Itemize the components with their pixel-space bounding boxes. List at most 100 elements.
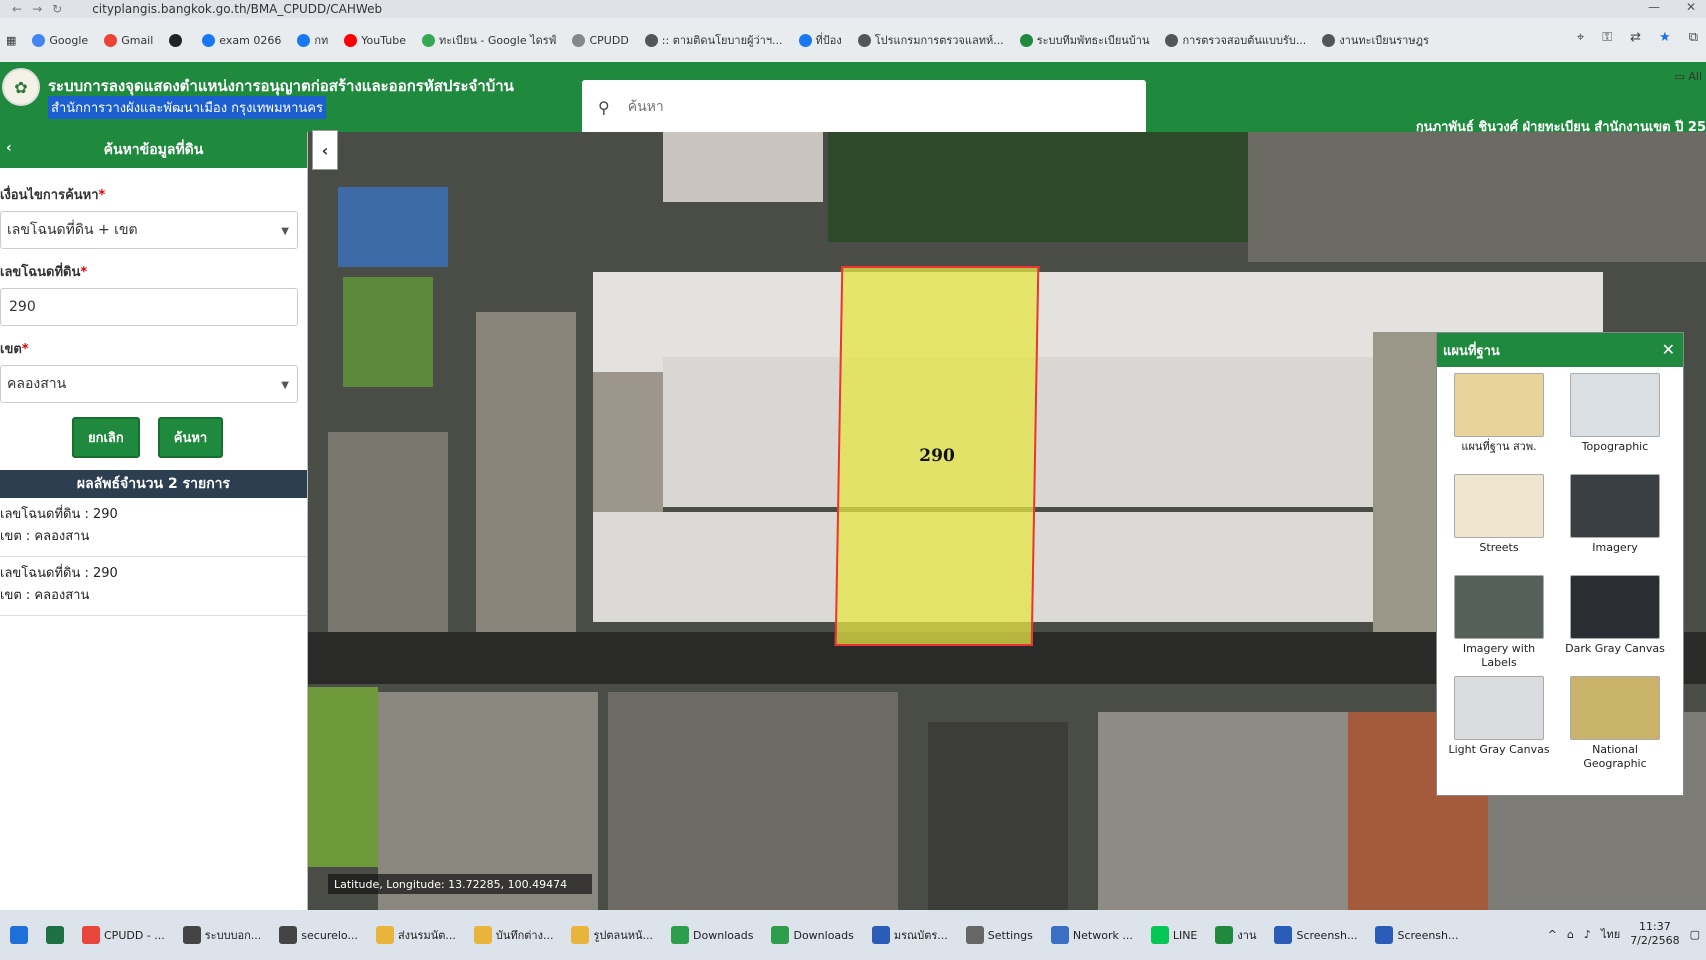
search-box[interactable]: ⚲ [582,80,1146,134]
taskbar-item[interactable]: Downloads [767,926,857,944]
taskbar-item[interactable]: ส่งนรมนัต... [372,926,460,944]
taskbar-item[interactable]: รูปตลนหนั... [567,926,657,944]
language-indicator[interactable]: ไทย [1601,925,1620,943]
taskbar-item[interactable]: Downloads [667,926,757,944]
bookmark-favicon-icon [857,33,871,47]
star-icon[interactable]: ★ [1659,30,1671,45]
bookmark-item[interactable]: ที่ป้อง [798,31,842,49]
collapse-panel-button[interactable]: ‹ [312,130,338,170]
chevron-up-icon[interactable]: ^ [1548,928,1557,941]
map-building [928,722,1068,910]
forward-icon[interactable]: → [32,2,42,16]
all-bookmarks[interactable]: ▭ All [1674,70,1702,83]
basemap-option[interactable]: Topographic [1561,373,1669,472]
taskbar-item[interactable]: งาน [1211,926,1260,944]
basemap-thumbnail [1454,676,1544,740]
notification-icon[interactable]: ▢ [1690,928,1700,941]
clock[interactable]: 11:37 7/2/2568 [1630,920,1679,948]
search-button[interactable]: ค้นหา [157,417,224,458]
reload-icon[interactable]: ↻ [52,2,62,16]
condition-value: เลขโฉนดที่ดิน + เขต [7,222,138,238]
taskbar-item[interactable]: LINE [1147,926,1202,944]
panel-header: ‹ ค้นหาข้อมูลที่ดิน [0,132,307,168]
search-panel: ‹ ค้นหาข้อมูลที่ดิน เงื่อนไขการค้นหา* เล… [0,132,308,910]
map-building [608,692,898,910]
district-select[interactable]: คลองสาน ▼ [0,365,298,403]
map-building-green-roof [308,687,378,867]
taskbar-item[interactable]: Network ... [1047,926,1137,944]
result-item[interactable]: เลขโฉนดที่ดิน : 290 เขต : คลองสาน [0,498,307,557]
bookmark-item[interactable]: :: ตามติดนโยบายผู้ว่าฯ... [644,31,783,49]
taskbar-item[interactable]: CPUDD - ... [78,926,169,944]
taskbar-item[interactable]: Screensh... [1371,926,1462,944]
bookmark-item[interactable]: CPUDD [572,33,629,47]
minimize-icon[interactable]: — [1648,0,1660,14]
close-icon[interactable]: ✕ [1662,340,1675,359]
bookmark-item[interactable]: Gmail [104,33,153,47]
taskbar-app-icon [571,926,590,944]
map-building [328,432,448,632]
result-item[interactable]: เลขโฉนดที่ดิน : 290 เขต : คลองสาน [0,557,307,616]
bookmark-item[interactable]: YouTube [344,33,406,47]
parcel-polygon[interactable]: 290 [834,266,1040,646]
bookmark-label: งานทะเบียนราษฎร [1339,34,1429,47]
result-district: เขต : คลองสาน [0,588,90,603]
volume-icon[interactable]: ♪ [1584,928,1591,941]
bookmarks-bar: ▦ Google Gmail exam 0266 กท YouTube ทะเบียน -… [0,18,1706,62]
basemap-label: Dark Gray Canvas [1565,642,1665,655]
bookmark-item[interactable]: การตรวจสอบต้นแบบรับ... [1165,31,1306,49]
bookmark-item[interactable]: โปรแกรมการตรวจแลทห์... [857,31,1004,49]
basemap-thumbnail [1570,575,1660,639]
taskbar-label: ระบบบอก... [204,929,262,942]
search-input[interactable] [627,99,1088,115]
back-icon[interactable]: ← [12,2,22,16]
taskbar-item[interactable]: Settings [962,926,1037,944]
basemap-option[interactable]: Imagery with Labels [1445,575,1553,674]
taskbar-app-icon [82,926,100,944]
basemap-option[interactable]: Dark Gray Canvas [1561,575,1669,674]
extensions-icon[interactable]: ⧉ [1689,30,1698,45]
taskbar-item[interactable]: มรณบัตร... [868,926,952,944]
bookmark-item[interactable]: ระบบทีมพัทธะเบียนบ้าน [1019,31,1149,49]
translate-icon[interactable]: ⇄ [1630,30,1641,45]
close-window-icon[interactable]: ✕ [1686,0,1696,14]
cancel-button[interactable]: ยกเลิก [72,417,140,458]
condition-select[interactable]: เลขโฉนดที่ดิน + เขต ▼ [0,211,298,249]
bookmark-label: :: ตามติดนโยบายผู้ว่าฯ... [661,34,783,47]
deed-input[interactable]: 290 [0,288,298,326]
network-icon[interactable]: ⌂ [1567,928,1574,941]
bookmark-label: exam 0266 [219,33,282,47]
taskbar-app-icon [871,926,890,944]
bookmark-item[interactable]: งานทะเบียนราษฎร [1322,31,1429,49]
taskbar-app-icon [375,926,394,944]
taskbar-item[interactable]: บันทึกต่าง... [470,926,558,944]
bookmark-item[interactable] [169,33,186,47]
location-icon[interactable]: ⌖ [1577,30,1584,45]
bookmark-item[interactable]: กท [297,31,328,49]
bma-logo: ✿ [2,68,40,106]
bookmark-favicon-icon [344,33,358,47]
taskbar-item[interactable]: securelo... [275,926,362,944]
panel-title: ค้นหาข้อมูลที่ดิน [103,142,204,158]
basemap-option[interactable]: แผนที่ฐาน สวพ. [1445,373,1553,472]
basemap-option[interactable]: Light Gray Canvas [1445,676,1553,775]
taskbar-item[interactable] [6,926,32,944]
bookmark-item[interactable]: ทะเบียน - Google ไดรฟ์ [421,31,556,49]
basemap-option[interactable]: Imagery [1561,474,1669,573]
taskbar-label: Downloads [693,928,754,942]
key-icon[interactable]: ⚿ [1602,30,1612,45]
bookmark-item[interactable]: exam 0266 [202,33,282,47]
url-text[interactable]: cityplangis.bangkok.go.th/BMA_CPUDD/CAHW… [92,2,382,16]
taskbar-item[interactable]: ระบบบอก... [179,926,266,944]
basemap-label: Imagery with Labels [1462,642,1536,669]
basemap-option[interactable]: Streets [1445,474,1553,573]
basemap-title: แผนที่ฐาน [1443,343,1500,359]
result-count-header: ผลลัพธ์จำนวน 2 รายการ [0,470,307,498]
bookmark-item[interactable]: Google [32,33,88,47]
basemap-option[interactable]: National Geographic [1561,676,1669,775]
deed-label: เลขโฉนดที่ดิน* [0,265,88,280]
taskbar-item[interactable]: Screensh... [1270,926,1361,944]
back-arrow-icon[interactable]: ‹ [6,140,12,156]
taskbar-item[interactable] [42,926,68,944]
apps-grid-icon[interactable]: ▦ [6,34,16,47]
